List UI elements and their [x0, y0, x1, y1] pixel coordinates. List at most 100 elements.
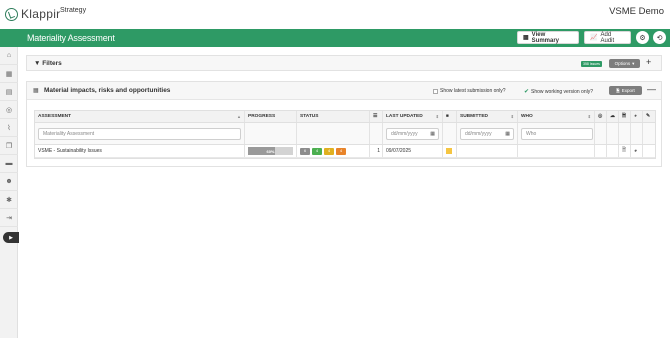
col-flag[interactable]: ■ — [443, 111, 457, 122]
col-who[interactable]: WHO ⇕ — [518, 111, 595, 122]
status-count-orange[interactable]: 4 — [336, 147, 346, 155]
files-icon[interactable]: ❐ — [0, 137, 18, 155]
file-cell[interactable]: 🗎 — [619, 145, 631, 157]
status-square-icon — [446, 148, 452, 154]
who-cell — [518, 145, 595, 157]
progress-filter-cell — [245, 123, 297, 144]
add-audit-button[interactable]: 📈 Add Audit — [584, 31, 631, 44]
who-filter-input[interactable]: Who — [521, 127, 593, 140]
sort-asc-icon: ▲ — [237, 114, 241, 119]
list-filter-cell — [370, 123, 383, 144]
col-who-label: WHO — [521, 114, 533, 119]
col-last-updated-label: LAST UPDATED — [386, 114, 423, 119]
chevron-right-icon: ▶ — [9, 234, 13, 241]
progress-cell: 60% — [245, 145, 297, 157]
cogs-icon[interactable]: ✱ — [0, 191, 18, 209]
user-button[interactable]: ⟲ — [653, 31, 666, 44]
assessment-name[interactable]: VSME - Sustainability Issues — [35, 145, 245, 157]
sidebar-expand-button[interactable]: ▶ — [3, 232, 19, 243]
module-name: Strategy — [60, 7, 87, 14]
issues-badge: 358 Issues — [581, 61, 602, 67]
assessment-filter-cell: Materiality Assessment — [35, 123, 245, 144]
last-updated-date-input[interactable]: dd/mm/yyyy ▦ — [386, 127, 439, 140]
view-summary-button[interactable]: ▦ View Summary — [517, 31, 579, 44]
sort-icon: ⇕ — [587, 114, 591, 119]
col-assessment-label: ASSESSMENT — [38, 114, 72, 119]
latest-submission-label: Show latest submission only? — [440, 88, 506, 94]
status-count-yellow[interactable]: 4 — [324, 147, 334, 155]
add-audit-label: Add Audit — [600, 31, 615, 44]
filters-title[interactable]: ▼ Filters — [34, 60, 62, 67]
list-icon: ☰ — [373, 114, 378, 119]
empty-filter-cell — [631, 123, 643, 144]
col-edit[interactable]: ✎ — [643, 111, 655, 122]
progress-bar: 60% — [248, 147, 293, 155]
pie-chart-icon: ◕ — [634, 148, 638, 154]
assessment-panel: ▦ Material impacts, risks and opportunit… — [26, 81, 662, 167]
status-filter-cell — [297, 123, 370, 144]
status-count-grey[interactable]: 6 — [300, 147, 310, 155]
options-label: Options — [614, 61, 631, 66]
status-count-green[interactable]: 4 — [312, 147, 322, 155]
col-cloud[interactable]: ☁ — [607, 111, 619, 122]
flag-cell — [443, 145, 457, 157]
grid-icon: ▦ — [523, 35, 529, 41]
submitted-date-input[interactable]: dd/mm/yyyy ▦ — [460, 127, 514, 140]
last-updated-placeholder: dd/mm/yyyy — [391, 130, 418, 137]
latest-submission-checkbox[interactable]: Show latest submission only? — [433, 88, 506, 94]
collapse-panel-button[interactable]: — — [647, 84, 656, 94]
checkbox-unchecked-icon — [433, 88, 438, 94]
export-file-icon: 🗎 — [616, 87, 620, 93]
col-pie[interactable]: ◕ — [631, 111, 643, 122]
page-header-bar: Materiality Assessment ▦ View Summary 📈 … — [0, 29, 670, 47]
col-progress-label: PROGRESS — [248, 114, 276, 119]
pencil-icon: ✎ — [646, 114, 651, 119]
table-header-row: ASSESSMENT ▲ PROGRESS STATUS ☰ LAST UPDA… — [35, 111, 655, 123]
col-list[interactable]: ☰ — [370, 111, 383, 122]
target-cell — [595, 145, 607, 157]
working-version-checkbox[interactable]: ✔ Show working version only? — [524, 88, 593, 96]
organization-name[interactable]: VSME Demo — [609, 6, 664, 17]
col-progress[interactable]: PROGRESS — [245, 111, 297, 122]
apps-grid-icon[interactable]: ▦ — [0, 65, 18, 83]
status-cell: 6 4 4 4 — [297, 145, 370, 157]
who-filter-cell: Who — [518, 123, 595, 144]
sidebar: ⌂ ▦ ▤ ◎ ⌇ ❐ ▬ ☻ ✱ ⇥ ▶ — [0, 47, 19, 338]
last-updated-filter-cell: dd/mm/yyyy ▦ — [383, 123, 443, 144]
col-assessment[interactable]: ASSESSMENT ▲ — [35, 111, 245, 122]
col-status[interactable]: STATUS — [297, 111, 370, 122]
users-icon[interactable]: ☻ — [0, 173, 18, 191]
export-button[interactable]: 🗎 Export — [609, 86, 642, 95]
empty-filter-cell — [607, 123, 619, 144]
export-label: Export — [621, 88, 635, 93]
logo-mark-icon — [5, 7, 18, 21]
calendar-icon[interactable]: ▦ — [430, 131, 435, 137]
assessment-filter-input[interactable]: Materiality Assessment — [38, 127, 241, 140]
col-submitted[interactable]: SUBMITTED ⇕ — [457, 111, 518, 122]
table-filter-row: Materiality Assessment dd/mm/yyyy ▦ dd/m… — [35, 123, 655, 145]
table-row[interactable]: VSME - Sustainability Issues 60% 6 4 4 4… — [35, 145, 655, 158]
calendar-icon[interactable]: ▦ — [505, 131, 510, 137]
file-icon: 🗎 — [622, 113, 626, 119]
folder-icon[interactable]: ▬ — [0, 155, 18, 173]
filters-panel: ▼ Filters 358 Issues Options ▾ + — [26, 55, 662, 71]
top-bar: Klappir Strategy VSME Demo — [0, 0, 670, 29]
home-icon[interactable]: ⌂ — [0, 47, 18, 65]
options-button[interactable]: Options ▾ — [609, 59, 640, 68]
sign-out-icon[interactable]: ⇥ — [0, 209, 18, 227]
page-title: Materiality Assessment — [27, 33, 115, 43]
pie-cell[interactable]: ◕ — [631, 145, 643, 157]
count-cell: 1 — [370, 145, 383, 157]
chart-icon[interactable]: ⌇ — [0, 119, 18, 137]
filters-label: Filters — [42, 60, 62, 67]
submitted-filter-cell: dd/mm/yyyy ▦ — [457, 123, 518, 144]
globe-icon[interactable]: ◎ — [0, 101, 18, 119]
document-icon[interactable]: ▤ — [0, 83, 18, 101]
klappir-logo[interactable]: Klappir — [5, 7, 60, 21]
col-file[interactable]: 🗎 — [619, 111, 631, 122]
settings-button[interactable]: ⚙ — [636, 31, 649, 44]
col-target[interactable]: ◎ — [595, 111, 607, 122]
col-last-updated[interactable]: LAST UPDATED ⇕ — [383, 111, 443, 122]
checkmark-icon: ✔ — [524, 89, 530, 95]
expand-filters-button[interactable]: + — [646, 57, 651, 67]
